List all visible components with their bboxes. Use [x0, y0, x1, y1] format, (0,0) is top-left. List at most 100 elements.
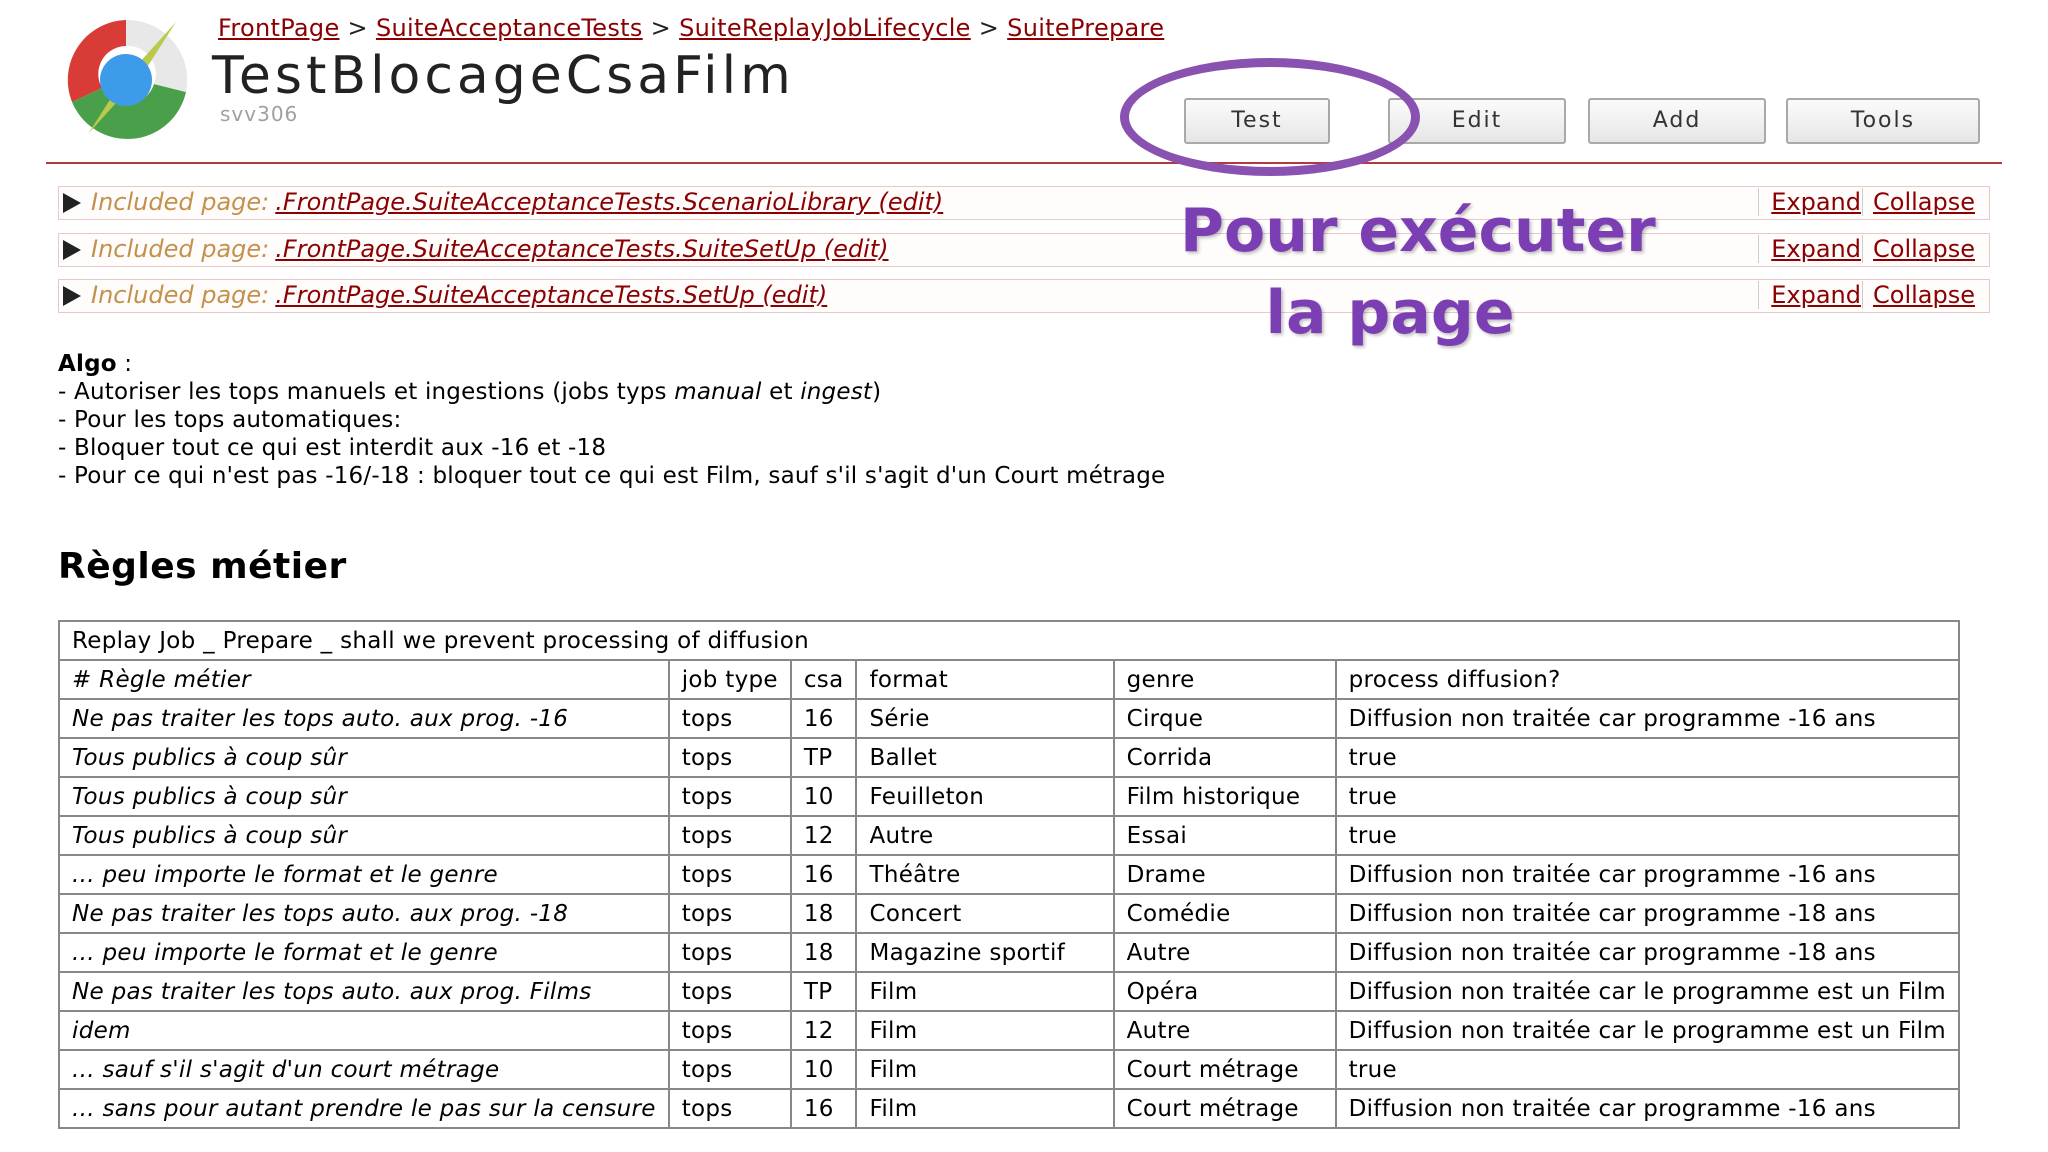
table-cell: ... sans pour autant prendre le pas sur …: [58, 1088, 670, 1129]
table-cell: Diffusion non traitée car programme -16 …: [1334, 854, 1961, 895]
table-cell: Comédie: [1112, 893, 1337, 934]
table-cell: tops: [667, 698, 792, 739]
table-cell: Tous publics à coup sûr: [58, 737, 670, 778]
included-page-link[interactable]: .FrontPage.SuiteAcceptanceTests.Scenario…: [275, 188, 943, 216]
table-cell: Film: [855, 971, 1115, 1012]
table-cell: Ne pas traiter les tops auto. aux prog. …: [58, 893, 670, 934]
highlight-ellipse: [1120, 58, 1420, 176]
collapse-link[interactable]: Collapse: [1862, 281, 1975, 309]
table-row: Ne pas traiter les tops auto. aux prog. …: [58, 971, 1961, 1012]
breadcrumb-suitereplayjoblifecycle-link[interactable]: SuiteReplayJobLifecycle: [679, 14, 971, 42]
table-cell: ... peu importe le format et le genre: [58, 932, 670, 973]
table-cell: idem: [58, 1010, 670, 1051]
table-row: ... sans pour autant prendre le pas sur …: [58, 1088, 1961, 1129]
table-cell: ... peu importe le format et le genre: [58, 854, 670, 895]
table-cell: Tous publics à coup sûr: [58, 776, 670, 817]
table-cell: Diffusion non traitée car le programme e…: [1334, 1010, 1961, 1051]
table-row: Tous publics à coup sûr tops 12 Autre Essai t…: [58, 815, 1961, 856]
table-cell: 18: [789, 932, 858, 973]
table-cell: Ne pas traiter les tops auto. aux prog. …: [58, 698, 670, 739]
breadcrumb-suiteprepare-link[interactable]: SuitePrepare: [1007, 14, 1164, 42]
breadcrumb: FrontPage > SuiteAcceptanceTests > SuiteRepl…: [218, 14, 1164, 42]
table-cell: Autre: [1112, 1010, 1337, 1051]
tools-button[interactable]: Tools: [1786, 98, 1980, 144]
table-cell: tops: [667, 1010, 792, 1051]
expand-triangle-icon[interactable]: [63, 286, 81, 306]
included-page-label: Included page: .FrontPage.SuiteAcceptance…: [91, 188, 944, 216]
included-page-link[interactable]: .FrontPage.SuiteAcceptanceTests.SetUp (e…: [275, 281, 827, 309]
table-cell: Diffusion non traitée car programme -18 …: [1334, 932, 1961, 973]
table-cell: ... sauf s'il s'agit d'un court métrage: [58, 1049, 670, 1090]
table-header-cell: # Règle métier: [58, 659, 670, 700]
table-cell: Film: [855, 1010, 1115, 1051]
table-cell: Concert: [855, 893, 1115, 934]
table-cell: Ballet: [855, 737, 1115, 778]
included-page-label: Included page: .FrontPage.SuiteAcceptance…: [91, 235, 889, 263]
table-cell: Diffusion non traitée car programme -18 …: [1334, 893, 1961, 934]
collapse-link[interactable]: Collapse: [1862, 188, 1975, 216]
table-cell: Drame: [1112, 854, 1337, 895]
breadcrumb-separator: >: [347, 14, 368, 42]
table-cell: 16: [789, 698, 858, 739]
table-header-cell: genre: [1112, 659, 1337, 700]
table-row: Ne pas traiter les tops auto. aux prog. …: [58, 893, 1961, 934]
breadcrumb-frontpage-link[interactable]: FrontPage: [218, 14, 340, 42]
table-header-row: # Règle métier job type csa format genre…: [58, 659, 1961, 700]
table-cell: Diffusion non traitée car le programme e…: [1334, 971, 1961, 1012]
included-page-link[interactable]: .FrontPage.SuiteAcceptanceTests.SuiteSet…: [275, 235, 888, 263]
table-header-cell: process diffusion?: [1334, 659, 1961, 700]
table-cell: true: [1334, 737, 1961, 778]
table-cell: tops: [667, 1049, 792, 1090]
table-caption: Replay Job _ Prepare _ shall we prevent …: [58, 620, 1960, 661]
table-cell: tops: [667, 932, 792, 973]
table-row: Tous publics à coup sûr tops TP Ballet Corri…: [58, 737, 1961, 778]
algo-description: Algo : - Autoriser les tops manuels et i…: [58, 350, 1165, 490]
table-row: idem tops 12 Film Autre Diffusion non traitée…: [58, 1010, 1961, 1051]
expand-link[interactable]: Expand: [1758, 235, 1861, 263]
table-cell: tops: [667, 776, 792, 817]
table-cell: Série: [855, 698, 1115, 739]
annotation-text-line2: la page: [1265, 278, 1515, 348]
table-row: Tous publics à coup sûr tops 10 Feuilleton F…: [58, 776, 1961, 817]
table-cell: Autre: [1112, 932, 1337, 973]
expand-link[interactable]: Expand: [1758, 188, 1861, 216]
included-page-row: Included page: .FrontPage.SuiteAcceptance…: [58, 233, 1990, 267]
table-cell: 10: [789, 776, 858, 817]
table-cell: Cirque: [1112, 698, 1337, 739]
table-cell: tops: [667, 815, 792, 856]
table-cell: Diffusion non traitée car programme -16 …: [1334, 698, 1961, 739]
algo-heading: Algo: [58, 351, 117, 377]
table-cell: 12: [789, 1010, 858, 1051]
add-button[interactable]: Add: [1588, 98, 1766, 144]
collapse-link[interactable]: Collapse: [1862, 235, 1975, 263]
algo-text: ): [872, 379, 882, 405]
section-heading: Règles métier: [58, 546, 347, 587]
table-header-cell: csa: [789, 659, 858, 700]
table-cell: TP: [789, 737, 858, 778]
included-page-label: Included page: .FrontPage.SuiteAcceptance…: [91, 281, 828, 309]
expand-triangle-icon[interactable]: [63, 193, 81, 213]
table-cell: Opéra: [1112, 971, 1337, 1012]
breadcrumb-separator: >: [650, 14, 672, 42]
algo-text-ingest: ingest: [800, 379, 873, 405]
table-header-cell: job type: [667, 659, 792, 700]
table-row: Ne pas traiter les tops auto. aux prog. …: [58, 698, 1961, 739]
table-cell: Essai: [1112, 815, 1337, 856]
table-cell: true: [1334, 1049, 1961, 1090]
table-header-cell: format: [855, 659, 1115, 700]
algo-text-manual: manual: [674, 379, 762, 405]
algo-line: - Pour les tops automatiques:: [58, 407, 402, 433]
breadcrumb-separator: >: [978, 14, 1000, 42]
table-cell: Film: [855, 1049, 1115, 1090]
table-cell: Film: [855, 1088, 1115, 1129]
table-cell: tops: [667, 971, 792, 1012]
header-divider: [46, 162, 2002, 164]
breadcrumb-suiteacceptancetests-link[interactable]: SuiteAcceptanceTests: [376, 14, 643, 42]
expand-triangle-icon[interactable]: [63, 240, 81, 260]
table-cell: 12: [789, 815, 858, 856]
table-cell: Corrida: [1112, 737, 1337, 778]
table-cell: 16: [789, 854, 858, 895]
table-cell: Ne pas traiter les tops auto. aux prog. …: [58, 971, 670, 1012]
included-page-row: Included page: .FrontPage.SuiteAcceptance…: [58, 279, 1990, 313]
expand-link[interactable]: Expand: [1758, 281, 1861, 309]
